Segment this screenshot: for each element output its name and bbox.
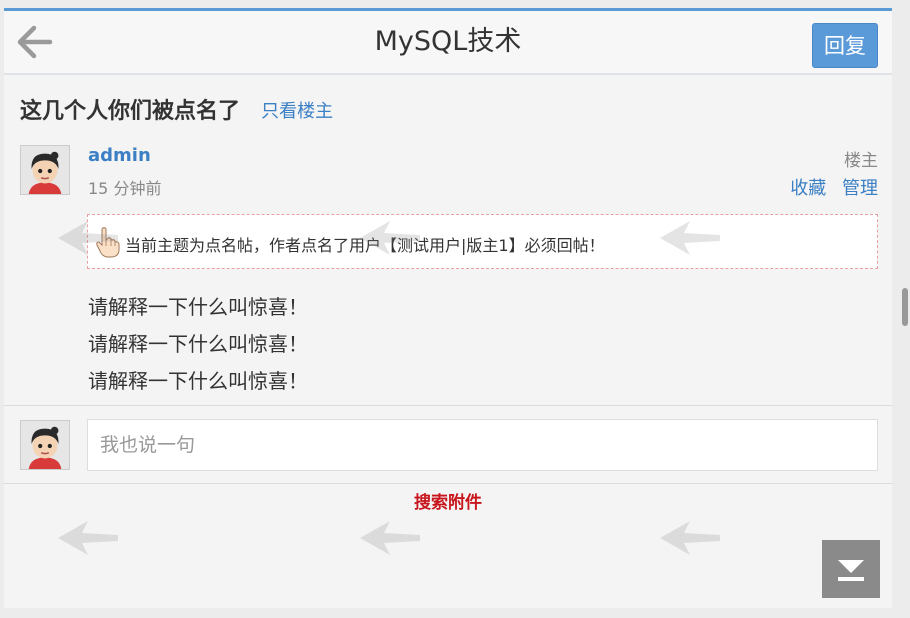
watermark-arrow-icon <box>58 521 118 555</box>
scroll-down-button[interactable] <box>822 540 880 598</box>
post-body-line: 请解释一下什么叫惊喜！ <box>88 332 308 356</box>
commenter-avatar[interactable] <box>20 420 70 470</box>
favorite-link[interactable]: 收藏 <box>790 178 826 199</box>
only-op-link[interactable]: 只看楼主 <box>261 97 333 127</box>
manage-link[interactable]: 管理 <box>842 178 878 199</box>
reply-button[interactable]: 回复 <box>812 23 878 68</box>
search-attachments-link[interactable]: 搜索附件 <box>4 488 892 513</box>
author-name[interactable]: admin <box>88 145 151 166</box>
header-bar: MySQL技术 回复 <box>4 11 892 75</box>
scroll-down-icon <box>838 560 864 581</box>
app-frame: MySQL技术 回复 这几个人你们被点名了 只看楼主 admin 15 分钟前 … <box>4 8 892 608</box>
user-avatar-icon <box>21 421 69 469</box>
thread-title: 这几个人你们被点名了 <box>20 99 241 124</box>
post-body-line: 请解释一下什么叫惊喜！ <box>88 295 308 319</box>
post-body-line: 请解释一下什么叫惊喜！ <box>88 369 308 393</box>
post-actions: 收藏 管理 <box>780 174 878 200</box>
divider <box>4 405 892 406</box>
comment-input[interactable] <box>87 419 878 471</box>
divider <box>4 483 892 484</box>
scrollbar-handle[interactable] <box>902 288 908 326</box>
watermark-arrow-icon <box>660 521 720 555</box>
notice-text: 当前主题为点名帖，作者点名了用户【测试用户|版主1】必须回帖！ <box>125 236 605 255</box>
pointing-hand-icon <box>96 227 120 258</box>
author-avatar[interactable] <box>20 145 70 195</box>
user-avatar-icon <box>21 146 69 194</box>
notice-box: 当前主题为点名帖，作者点名了用户【测试用户|版主1】必须回帖！ <box>87 214 878 269</box>
op-badge: 楼主 <box>844 151 878 171</box>
thread-title-row: 这几个人你们被点名了 只看楼主 <box>20 97 333 127</box>
post-body: 请解释一下什么叫惊喜！ 请解释一下什么叫惊喜！ 请解释一下什么叫惊喜！ <box>88 289 308 400</box>
watermark-arrow-icon <box>360 521 420 555</box>
page-title: MySQL技术 <box>374 26 522 57</box>
post-time: 15 分钟前 <box>88 179 162 198</box>
